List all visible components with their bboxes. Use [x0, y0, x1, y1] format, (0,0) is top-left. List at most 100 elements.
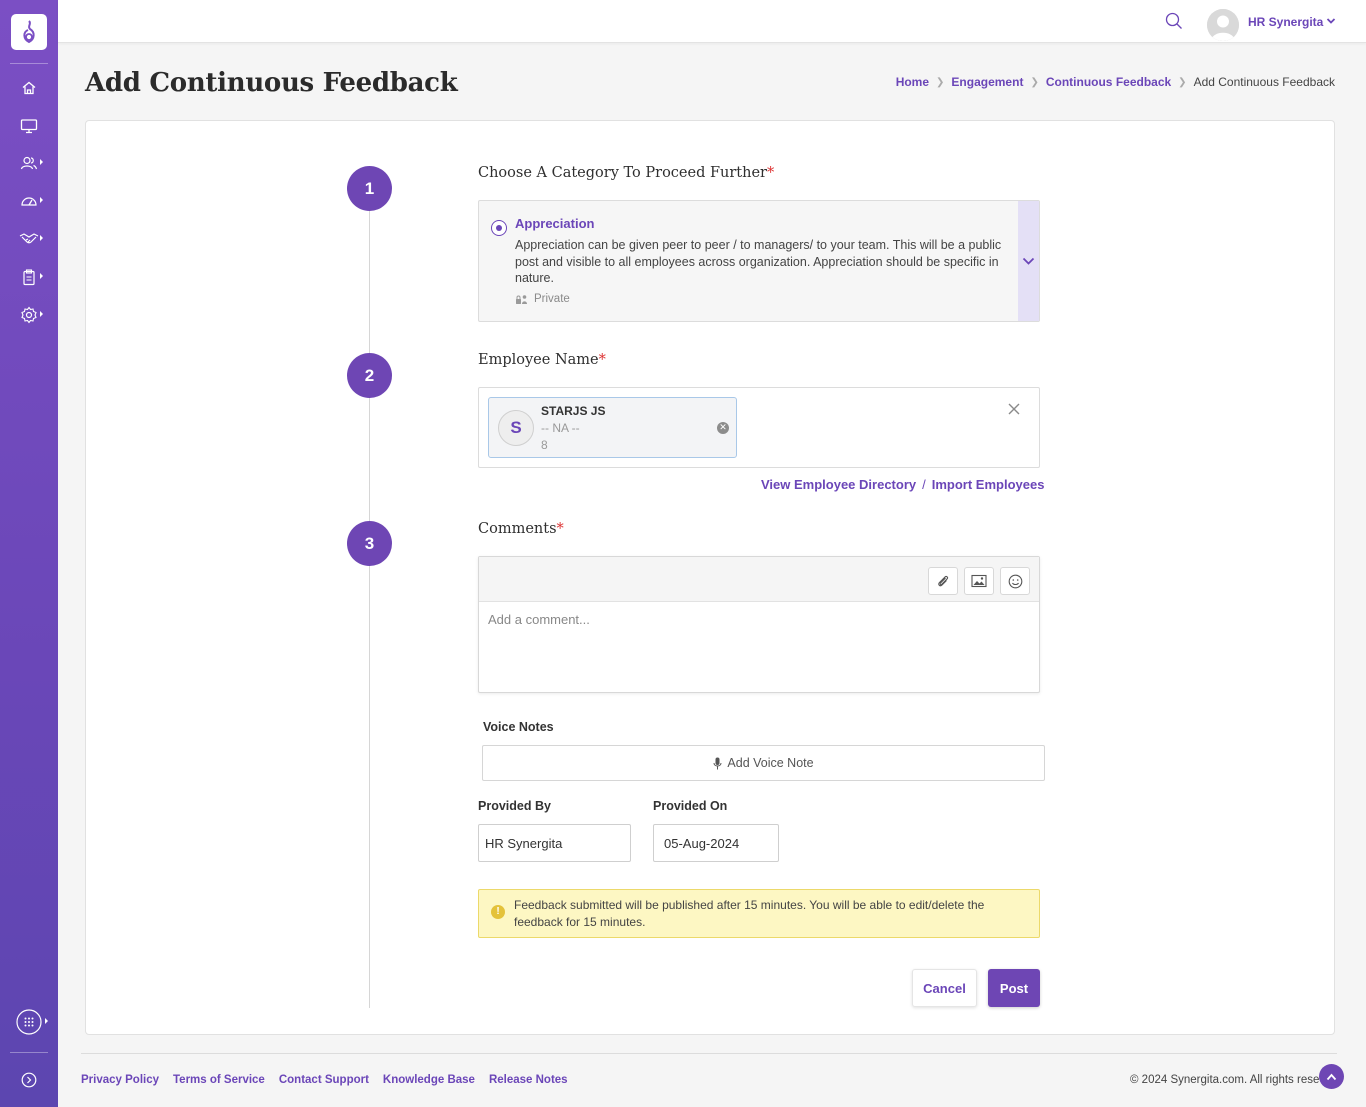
- insert-image-button[interactable]: [964, 567, 994, 595]
- copyright-text: © 2024 Synergita.com. All rights reserve…: [1130, 1074, 1320, 1086]
- add-voice-note-button[interactable]: Add Voice Note: [482, 745, 1045, 781]
- expand-icon: [21, 1072, 37, 1088]
- submenu-arrow-icon: [40, 311, 43, 317]
- terms-of-service-link[interactable]: Terms of Service: [173, 1074, 265, 1086]
- breadcrumb: Home ❯ Engagement ❯ Continuous Feedback …: [896, 75, 1335, 89]
- breadcrumb-continuous-feedback[interactable]: Continuous Feedback: [1046, 75, 1171, 89]
- cancel-button[interactable]: Cancel: [912, 969, 977, 1007]
- breadcrumb-separator-icon: ❯: [1030, 76, 1039, 88]
- sidebar-item-settings[interactable]: [0, 300, 58, 330]
- category-heading: Choose A Category To Proceed Further*: [478, 165, 774, 181]
- import-employees-link[interactable]: Import Employees: [932, 477, 1045, 492]
- comments-heading-text: Comments: [478, 521, 557, 537]
- dashboard-icon: [21, 197, 37, 206]
- home-icon: [22, 81, 36, 95]
- contact-support-link[interactable]: Contact Support: [279, 1074, 369, 1086]
- breadcrumb-home[interactable]: Home: [896, 75, 929, 89]
- required-mark: *: [556, 521, 564, 537]
- sidebar: [0, 0, 58, 1107]
- sidebar-item-users[interactable]: [0, 148, 58, 178]
- sidebar-item-apps[interactable]: [0, 1007, 58, 1037]
- category-name: Appreciation: [515, 216, 595, 231]
- employee-designation: -- NA --: [541, 421, 580, 435]
- chevron-down-icon[interactable]: [1326, 16, 1336, 26]
- employee-code: 8: [541, 438, 548, 452]
- submenu-arrow-icon: [40, 159, 43, 165]
- provided-by-label: Provided By: [478, 799, 551, 813]
- comments-heading: Comments*: [478, 521, 564, 537]
- view-employee-directory-link[interactable]: View Employee Directory: [761, 477, 916, 492]
- synergita-logo[interactable]: [11, 14, 47, 50]
- employee-name: STARJS JS: [541, 404, 606, 418]
- logo-icon: [23, 20, 35, 44]
- user-avatar-icon: [1207, 9, 1239, 41]
- submenu-arrow-icon: [40, 197, 43, 203]
- employee-select-field[interactable]: S STARJS JS -- NA -- 8 ✕: [478, 387, 1040, 468]
- clear-selection-icon[interactable]: [1007, 402, 1021, 416]
- sidebar-item-monitor[interactable]: [0, 111, 58, 141]
- private-users-icon: [516, 294, 527, 304]
- submenu-arrow-icon: [40, 235, 43, 241]
- category-selector[interactable]: Appreciation Appreciation can be given p…: [478, 200, 1040, 322]
- provided-on-label: Provided On: [653, 799, 728, 813]
- category-description: Appreciation can be given peer to peer /…: [515, 238, 1002, 285]
- monitor-icon: [20, 119, 38, 134]
- settings-icon: [21, 306, 37, 324]
- privacy-policy-link[interactable]: Privacy Policy: [81, 1074, 159, 1086]
- breadcrumb-current: Add Continuous Feedback: [1193, 75, 1335, 89]
- remove-employee-icon[interactable]: ✕: [717, 422, 729, 434]
- footer-divider: [81, 1053, 1337, 1054]
- breadcrumb-engagement[interactable]: Engagement: [951, 75, 1023, 89]
- employee-heading-text: Employee Name: [478, 352, 599, 368]
- post-button[interactable]: Post: [988, 969, 1040, 1007]
- add-voice-note-label: Add Voice Note: [727, 756, 814, 770]
- clipboard-icon: [23, 268, 35, 285]
- attach-file-button[interactable]: [928, 567, 958, 595]
- visibility-label: Private: [534, 293, 570, 305]
- sidebar-divider: [10, 63, 48, 64]
- selected-employee-chip: S STARJS JS -- NA -- 8 ✕: [488, 397, 737, 458]
- sidebar-item-dashboard[interactable]: [0, 186, 58, 216]
- employee-links: View Employee Directory / Import Employe…: [761, 477, 1044, 492]
- breadcrumb-separator-icon: ❯: [936, 76, 945, 88]
- step-2-badge: 2: [347, 353, 392, 398]
- image-icon: [971, 574, 987, 588]
- attachment-icon: [938, 575, 949, 587]
- comment-editor: Add a comment...: [478, 556, 1040, 693]
- sidebar-item-home[interactable]: [0, 73, 58, 103]
- sidebar-divider: [10, 1052, 48, 1053]
- insert-emoji-button[interactable]: [1000, 567, 1030, 595]
- release-notes-link[interactable]: Release Notes: [489, 1074, 568, 1086]
- provided-on-date-field[interactable]: 05-Aug-2024: [653, 824, 779, 862]
- step-timeline-line: [369, 200, 370, 1008]
- handshake-icon: [19, 233, 39, 244]
- publish-notice: ! Feedback submitted will be published a…: [478, 889, 1040, 938]
- apps-grid-icon: [16, 1009, 42, 1035]
- chevron-up-icon: [1326, 1073, 1337, 1080]
- page-title: Add Continuous Feedback: [85, 68, 458, 98]
- comment-input[interactable]: Add a comment...: [488, 612, 590, 627]
- scroll-to-top-button[interactable]: [1319, 1064, 1344, 1089]
- knowledge-base-link[interactable]: Knowledge Base: [383, 1074, 475, 1086]
- emoji-icon: [1008, 574, 1022, 588]
- users-icon: [20, 156, 38, 170]
- step-1-badge: 1: [347, 166, 392, 211]
- user-menu-name[interactable]: HR Synergita: [1248, 15, 1323, 29]
- sidebar-item-engagement[interactable]: [0, 224, 58, 254]
- category-visibility: Private: [515, 293, 570, 305]
- provided-by-field[interactable]: HR Synergita: [478, 824, 631, 862]
- search-icon[interactable]: [1165, 12, 1183, 30]
- required-mark: *: [598, 352, 606, 368]
- microphone-icon: [713, 757, 722, 769]
- chevron-down-icon: [1022, 257, 1035, 265]
- category-radio[interactable]: [491, 220, 507, 236]
- submenu-arrow-icon: [45, 1018, 48, 1024]
- avatar[interactable]: [1207, 9, 1239, 41]
- category-dropdown-toggle[interactable]: [1018, 201, 1039, 321]
- sidebar-expand-button[interactable]: [0, 1065, 58, 1095]
- sidebar-item-reports[interactable]: [0, 262, 58, 292]
- employee-heading: Employee Name*: [478, 352, 606, 368]
- info-icon: !: [491, 905, 505, 919]
- breadcrumb-separator-icon: ❯: [1178, 76, 1187, 88]
- category-heading-text: Choose A Category To Proceed Further: [478, 165, 767, 181]
